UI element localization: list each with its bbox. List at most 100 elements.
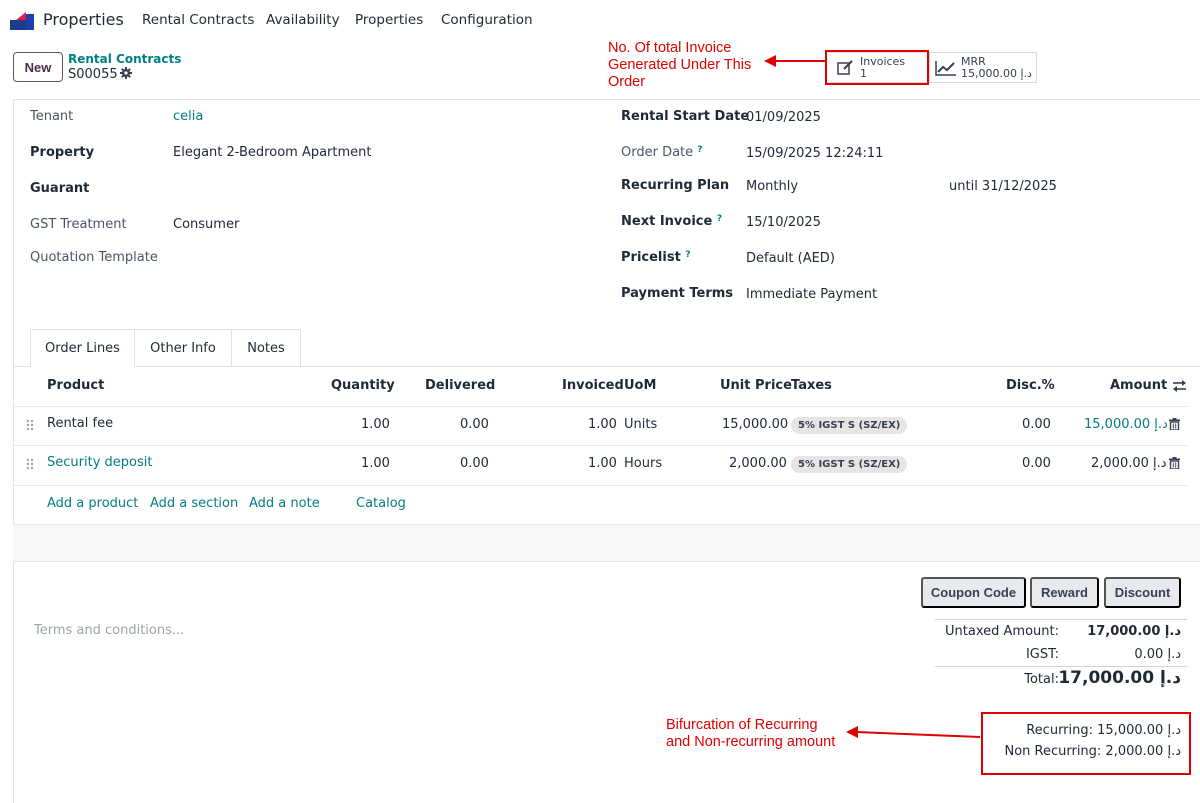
row-product[interactable]: Rental fee xyxy=(47,416,113,431)
tax-badge[interactable]: 5% IGST S (SZ/EX) xyxy=(791,417,908,434)
recurring-plan-field[interactable]: Monthly xyxy=(746,179,798,194)
breadcrumb-parent[interactable]: Rental Contracts xyxy=(68,52,181,66)
discount-button[interactable]: Discount xyxy=(1104,577,1181,608)
row-delivered[interactable]: 0.00 xyxy=(460,456,489,471)
menu-configuration[interactable]: Configuration xyxy=(441,12,533,28)
app-name[interactable]: Properties xyxy=(43,10,124,29)
menu-rental-contracts[interactable]: Rental Contracts xyxy=(142,12,254,28)
tab-other-info[interactable]: Other Info xyxy=(134,329,232,367)
tab-notes[interactable]: Notes xyxy=(231,329,301,367)
property-field[interactable]: Elegant 2-Bedroom Apartment xyxy=(173,145,372,160)
total-label: Total: xyxy=(1024,672,1059,687)
drag-handle-icon[interactable] xyxy=(26,458,34,470)
catalog-link[interactable]: Catalog xyxy=(356,496,406,511)
row-uom[interactable]: Hours xyxy=(624,456,662,471)
tab-divider xyxy=(13,366,1200,367)
next-invoice-label: Next Invoice ? xyxy=(621,214,723,229)
untaxed-value: 17,000.00 د.إ xyxy=(1087,624,1181,639)
order-date-field[interactable]: 15/09/2025 12:24:11 xyxy=(746,146,883,161)
row-unit-price[interactable]: 15,000.00 xyxy=(722,417,788,432)
tab-order-lines[interactable]: Order Lines xyxy=(30,329,135,367)
row-delivered[interactable]: 0.00 xyxy=(460,417,489,432)
recurring-end-date[interactable]: until 31/12/2025 xyxy=(949,179,1057,194)
quotation-template-label: Quotation Template xyxy=(30,250,158,265)
gst-treatment-label: GST Treatment xyxy=(30,217,127,232)
drag-handle-icon[interactable] xyxy=(26,419,34,431)
row-uom[interactable]: Units xyxy=(624,417,657,432)
invoices-highlight xyxy=(825,50,929,85)
mrr-smart-button[interactable]: MRR 15,000.00 د.إ xyxy=(929,52,1037,83)
guarant-label: Guarant xyxy=(30,181,90,196)
header-divider xyxy=(13,406,1187,407)
rental-start-date-label: Rental Start Date xyxy=(621,109,750,124)
totals-divider xyxy=(935,666,1187,667)
row-quantity[interactable]: 1.00 xyxy=(361,456,390,471)
col-quantity[interactable]: Quantity xyxy=(331,378,395,393)
annotation-arrow xyxy=(846,726,980,738)
menu-properties[interactable]: Properties xyxy=(355,12,423,28)
non-recurring-amount: Non Recurring: 2,000.00 د.إ xyxy=(1004,744,1181,759)
tax-badge[interactable]: 5% IGST S (SZ/EX) xyxy=(791,456,908,473)
payment-terms-field[interactable]: Immediate Payment xyxy=(746,287,877,302)
table-footer-band xyxy=(13,524,1200,562)
record-name: S00055 xyxy=(68,67,118,82)
new-button[interactable]: New xyxy=(13,52,63,82)
terms-field[interactable]: Terms and conditions... xyxy=(34,623,184,638)
optional-columns-icon[interactable] xyxy=(1172,379,1187,393)
row-disc[interactable]: 0.00 xyxy=(1022,417,1051,432)
row-divider xyxy=(13,445,1187,446)
rental-start-date-field[interactable]: 01/09/2025 xyxy=(746,110,821,125)
form-sheet xyxy=(13,99,1200,803)
igst-value: 0.00 د.إ xyxy=(1134,647,1181,662)
property-label: Property xyxy=(30,145,95,160)
row-unit-price[interactable]: 2,000.00 xyxy=(729,456,787,471)
chart-line-icon xyxy=(935,60,956,76)
top-navbar: Properties Rental Contracts Availability… xyxy=(0,0,1200,42)
reward-button[interactable]: Reward xyxy=(1030,577,1099,608)
row-amount: 15,000.00 د.إ xyxy=(1084,417,1168,432)
pricelist-field[interactable]: Default (AED) xyxy=(746,251,835,266)
gst-treatment-field[interactable]: Consumer xyxy=(173,217,239,232)
tenant-field[interactable]: celia xyxy=(173,109,203,124)
igst-label: IGST: xyxy=(1025,647,1059,662)
payment-terms-label: Payment Terms xyxy=(621,286,734,301)
add-section-link[interactable]: Add a section xyxy=(150,496,238,511)
untaxed-label: Untaxed Amount: xyxy=(945,624,1059,639)
next-invoice-field[interactable]: 15/10/2025 xyxy=(746,215,821,230)
col-invoiced[interactable]: Invoiced xyxy=(562,378,624,393)
pricelist-label: Pricelist ? xyxy=(621,250,691,265)
col-disc[interactable]: Disc.% xyxy=(1006,378,1055,393)
totals-divider xyxy=(935,619,1187,620)
invoice-annotation: No. Of total Invoice Generated Under Thi… xyxy=(608,40,752,90)
col-amount[interactable]: Amount xyxy=(1110,378,1167,393)
col-taxes[interactable]: Taxes xyxy=(791,378,832,393)
recurring-plan-label: Recurring Plan xyxy=(621,178,730,193)
row-disc[interactable]: 0.00 xyxy=(1022,456,1051,471)
total-value: 17,000.00 د.إ xyxy=(1058,668,1181,688)
recurring-annotation: Bifurcation of Recurring and Non-recurri… xyxy=(666,717,836,750)
mrr-label: MRR xyxy=(961,54,986,68)
trash-icon[interactable] xyxy=(1169,418,1180,430)
annotation-arrow xyxy=(764,55,828,67)
coupon-code-button[interactable]: Coupon Code xyxy=(921,577,1026,608)
order-date-label: Order Date ? xyxy=(621,145,703,160)
add-product-link[interactable]: Add a product xyxy=(47,496,138,511)
menu-availability[interactable]: Availability xyxy=(266,12,340,28)
add-note-link[interactable]: Add a note xyxy=(249,496,320,511)
recurring-amount: Recurring: 15,000.00 د.إ xyxy=(1026,723,1181,738)
row-invoiced: 1.00 xyxy=(588,456,617,471)
tenant-label: Tenant xyxy=(30,109,74,124)
row-quantity[interactable]: 1.00 xyxy=(361,417,390,432)
col-delivered[interactable]: Delivered xyxy=(425,378,495,393)
row-product[interactable]: Security deposit xyxy=(47,455,152,470)
col-product[interactable]: Product xyxy=(47,378,104,393)
row-amount: 2,000.00 د.إ xyxy=(1091,456,1167,471)
mrr-value: 15,000.00 د.إ xyxy=(961,66,1032,80)
properties-app-icon[interactable] xyxy=(10,12,34,30)
gear-icon[interactable] xyxy=(120,67,132,79)
row-invoiced: 1.00 xyxy=(588,417,617,432)
col-unit-price[interactable]: Unit Price xyxy=(720,378,792,393)
col-uom[interactable]: UoM xyxy=(624,378,656,393)
trash-icon[interactable] xyxy=(1169,457,1180,469)
row-divider xyxy=(13,485,1187,486)
